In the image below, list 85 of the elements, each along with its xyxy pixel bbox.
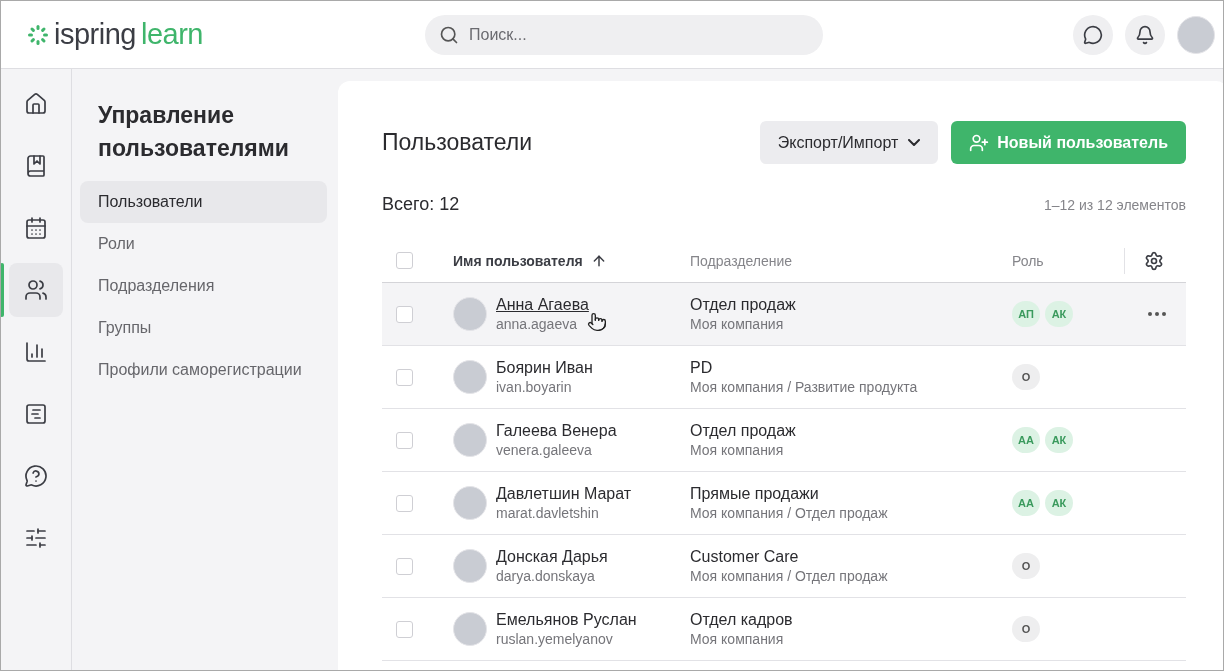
bar-chart-icon bbox=[24, 340, 48, 364]
role-badge: АК bbox=[1045, 301, 1073, 327]
total-count: Всего: 12 bbox=[382, 194, 460, 215]
role-badge: О bbox=[1012, 616, 1040, 642]
user-login: ruslan.yemelyanov bbox=[496, 631, 613, 647]
search-icon bbox=[439, 24, 459, 45]
user-name-link[interactable]: Галеева Венера bbox=[496, 422, 617, 440]
role-badge: О bbox=[1012, 553, 1040, 579]
user-name-link[interactable]: Емельянов Руслан bbox=[496, 611, 637, 629]
role-badge: АК bbox=[1045, 490, 1073, 516]
sidebar-item[interactable]: Роли bbox=[80, 223, 327, 265]
department-path: Моя компания / Отдел продаж bbox=[690, 505, 888, 521]
row-checkbox[interactable] bbox=[396, 431, 413, 449]
avatar-placeholder bbox=[453, 360, 487, 394]
question-bubble-icon bbox=[24, 464, 48, 488]
row-checkbox[interactable] bbox=[396, 620, 413, 638]
column-header[interactable]: Имя пользователя bbox=[453, 252, 690, 269]
avatar-placeholder bbox=[453, 612, 487, 646]
user-login: marat.davletshin bbox=[496, 505, 599, 521]
user-login: darya.donskaya bbox=[496, 568, 595, 584]
notifications-button[interactable] bbox=[1125, 14, 1165, 55]
export-import-button[interactable]: Экспорт/Импорт bbox=[759, 121, 939, 164]
user-plus-icon bbox=[969, 132, 990, 153]
department-name: Отдел продаж bbox=[690, 296, 797, 314]
logo-text: ispring bbox=[54, 18, 136, 51]
department-name: PD bbox=[690, 359, 714, 377]
department-name: Отдел кадров bbox=[690, 611, 794, 629]
logo-icon bbox=[27, 23, 49, 46]
user-name-link[interactable]: Давлетшин Марат bbox=[496, 485, 632, 503]
department-path: Моя компания bbox=[690, 316, 784, 332]
row-checkbox[interactable] bbox=[396, 368, 413, 386]
pagination-range: 1–12 из 12 элементов bbox=[1043, 196, 1186, 213]
avatar-placeholder bbox=[453, 423, 487, 457]
role-badge: О bbox=[1012, 364, 1040, 390]
chat-button[interactable] bbox=[1073, 14, 1113, 55]
bell-icon bbox=[1135, 24, 1155, 45]
chat-icon bbox=[1083, 24, 1103, 45]
row-checkbox[interactable] bbox=[396, 494, 413, 512]
user-login: ivan.boyarin bbox=[496, 379, 572, 395]
table-row[interactable]: Анна Агаева anna.agaeva Отдел продаж Моя компания АП АК bbox=[382, 283, 1186, 346]
column-header[interactable]: Роль bbox=[1012, 252, 1124, 269]
user-name-link[interactable]: Боярин Иван bbox=[496, 359, 593, 377]
avatar-placeholder bbox=[453, 486, 487, 520]
department-path: Моя компания / Развитие продукта bbox=[690, 379, 918, 395]
role-badge: АА bbox=[1012, 427, 1040, 453]
department-path: Моя компания bbox=[690, 631, 784, 647]
rail-button[interactable] bbox=[9, 263, 63, 317]
list-card-icon bbox=[24, 402, 48, 426]
department-path: Моя компания / Отдел продаж bbox=[690, 568, 888, 584]
more-button[interactable] bbox=[1148, 312, 1166, 316]
ellipsis-icon bbox=[1148, 312, 1166, 316]
row-checkbox[interactable] bbox=[396, 305, 413, 323]
sidebar-item[interactable]: Профили саморегистрации bbox=[80, 349, 327, 391]
department-name: Customer Care bbox=[690, 548, 800, 566]
users-icon bbox=[24, 278, 48, 302]
avatar-placeholder bbox=[453, 297, 487, 331]
search-input[interactable]: Поиск... bbox=[467, 24, 809, 45]
logo-text: learn bbox=[140, 18, 203, 51]
avatar-placeholder bbox=[453, 549, 487, 583]
department-path: Моя компания bbox=[690, 442, 784, 458]
sidebar-item[interactable]: Группы bbox=[80, 307, 327, 349]
chevron-down-icon bbox=[908, 139, 921, 146]
section-title: Управление пользователями bbox=[98, 101, 290, 163]
sidebar-item[interactable]: Подразделения bbox=[80, 265, 327, 307]
user-name-link[interactable]: Анна Агаева bbox=[496, 296, 589, 314]
user-login: anna.agaeva bbox=[496, 316, 577, 332]
department-name: Отдел продаж bbox=[690, 422, 797, 440]
search-field[interactable]: Поиск... bbox=[425, 14, 823, 55]
role-badge: АА bbox=[1012, 490, 1040, 516]
select-all-checkbox[interactable] bbox=[396, 252, 413, 269]
book-icon bbox=[24, 154, 48, 178]
user-name-link[interactable]: Донская Дарья bbox=[496, 548, 608, 566]
hand-cursor-icon bbox=[587, 312, 607, 332]
column-header[interactable]: Подразделение bbox=[690, 252, 1012, 269]
sidebar-item[interactable]: Пользователи bbox=[80, 181, 327, 223]
role-badge: АК bbox=[1045, 427, 1073, 453]
row-checkbox[interactable] bbox=[396, 557, 413, 575]
settings-icon[interactable] bbox=[1144, 250, 1164, 271]
sliders-icon bbox=[24, 526, 48, 550]
calendar-icon bbox=[24, 216, 48, 240]
role-badge: АП bbox=[1012, 301, 1040, 327]
department-name: Прямые продажи bbox=[690, 485, 820, 503]
home-icon bbox=[24, 92, 48, 116]
user-login: venera.galeeva bbox=[496, 442, 592, 458]
page-title: Пользователи bbox=[382, 129, 534, 156]
